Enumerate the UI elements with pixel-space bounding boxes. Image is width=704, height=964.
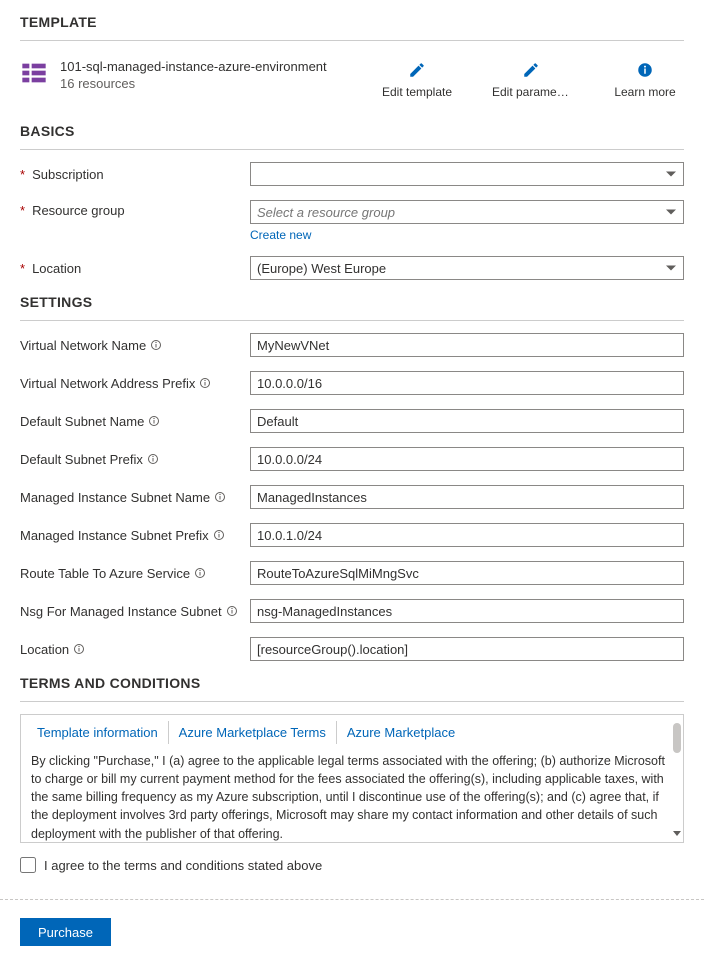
required-asterisk: * <box>20 203 25 218</box>
divider <box>20 149 684 150</box>
tab-template-information[interactable]: Template information <box>27 721 169 744</box>
template-tile-icon <box>20 59 48 87</box>
settings-field-row: Managed Instance Subnet Name <box>20 485 684 509</box>
agree-terms-checkbox[interactable] <box>20 857 36 873</box>
footer-bar: Purchase <box>0 899 704 964</box>
pencil-icon <box>522 59 540 81</box>
learn-more-label: Learn more <box>606 85 684 99</box>
agree-terms-label: I agree to the terms and conditions stat… <box>44 858 322 873</box>
settings-field-row: Managed Instance Subnet Prefix <box>20 523 684 547</box>
location-label: Location <box>32 261 81 276</box>
purchase-button[interactable]: Purchase <box>20 918 111 946</box>
scroll-down-arrow-icon[interactable] <box>673 831 681 836</box>
section-title-terms: TERMS AND CONDITIONS <box>20 675 684 697</box>
setting-label: Managed Instance Subnet Name <box>20 490 210 505</box>
info-icon[interactable] <box>147 453 159 465</box>
info-icon[interactable] <box>148 415 160 427</box>
field-subscription: * Subscription <box>20 162 684 186</box>
create-new-resource-group-link[interactable]: Create new <box>250 228 684 242</box>
settings-field-row: Location <box>20 637 684 661</box>
divider <box>20 320 684 321</box>
setting-input[interactable] <box>250 371 684 395</box>
field-resource-group: * Resource group Select a resource group… <box>20 200 684 242</box>
settings-field-row: Route Table To Azure Service <box>20 561 684 585</box>
setting-input[interactable] <box>250 333 684 357</box>
required-asterisk: * <box>20 167 25 182</box>
subscription-label: Subscription <box>32 167 104 182</box>
setting-input[interactable] <box>250 409 684 433</box>
info-icon[interactable] <box>199 377 211 389</box>
setting-label: Managed Instance Subnet Prefix <box>20 528 209 543</box>
section-title-basics: BASICS <box>20 123 684 145</box>
setting-label: Default Subnet Prefix <box>20 452 143 467</box>
pencil-icon <box>408 59 426 81</box>
settings-field-row: Default Subnet Name <box>20 409 684 433</box>
setting-input[interactable] <box>250 599 684 623</box>
settings-field-row: Virtual Network Address Prefix <box>20 371 684 395</box>
info-icon[interactable] <box>213 529 225 541</box>
edit-template-label: Edit template <box>378 85 456 99</box>
info-icon[interactable] <box>194 567 206 579</box>
setting-label: Route Table To Azure Service <box>20 566 190 581</box>
learn-more-button[interactable]: Learn more <box>606 59 684 99</box>
template-name: 101-sql-managed-instance-azure-environme… <box>60 59 366 74</box>
setting-input[interactable] <box>250 523 684 547</box>
scrollbar-thumb[interactable] <box>673 723 681 753</box>
setting-input[interactable] <box>250 637 684 661</box>
template-resource-count: 16 resources <box>60 76 366 91</box>
field-location: * Location (Europe) West Europe <box>20 256 684 280</box>
required-asterisk: * <box>20 261 25 276</box>
setting-input[interactable] <box>250 485 684 509</box>
settings-field-row: Default Subnet Prefix <box>20 447 684 471</box>
resource-group-label: Resource group <box>32 203 125 218</box>
tab-azure-marketplace-terms[interactable]: Azure Marketplace Terms <box>169 721 337 744</box>
setting-label: Default Subnet Name <box>20 414 144 429</box>
template-summary-row: 101-sql-managed-instance-azure-environme… <box>20 53 684 113</box>
info-icon <box>636 59 654 81</box>
setting-label: Nsg For Managed Instance Subnet <box>20 604 222 619</box>
info-icon[interactable] <box>150 339 162 351</box>
edit-parameters-button[interactable]: Edit paramet… <box>492 59 570 99</box>
setting-label: Virtual Network Name <box>20 338 146 353</box>
setting-input[interactable] <box>250 447 684 471</box>
resource-group-select[interactable]: Select a resource group <box>250 200 684 224</box>
divider <box>20 701 684 702</box>
settings-field-row: Virtual Network Name <box>20 333 684 357</box>
edit-parameters-label: Edit paramet… <box>492 85 570 99</box>
info-icon[interactable] <box>226 605 238 617</box>
settings-field-row: Nsg For Managed Instance Subnet <box>20 599 684 623</box>
info-icon[interactable] <box>73 643 85 655</box>
terms-body-text: By clicking "Purchase," I (a) agree to t… <box>21 744 683 842</box>
terms-and-conditions-box: Template information Azure Marketplace T… <box>20 714 684 843</box>
divider <box>20 40 684 41</box>
terms-tabs: Template information Azure Marketplace T… <box>21 715 683 744</box>
section-title-template: TEMPLATE <box>20 14 684 36</box>
setting-label: Virtual Network Address Prefix <box>20 376 195 391</box>
location-select[interactable]: (Europe) West Europe <box>250 256 684 280</box>
edit-template-button[interactable]: Edit template <box>378 59 456 99</box>
setting-input[interactable] <box>250 561 684 585</box>
tab-azure-marketplace[interactable]: Azure Marketplace <box>337 721 465 744</box>
section-title-settings: SETTINGS <box>20 294 684 316</box>
setting-label: Location <box>20 642 69 657</box>
subscription-select[interactable] <box>250 162 684 186</box>
info-icon[interactable] <box>214 491 226 503</box>
